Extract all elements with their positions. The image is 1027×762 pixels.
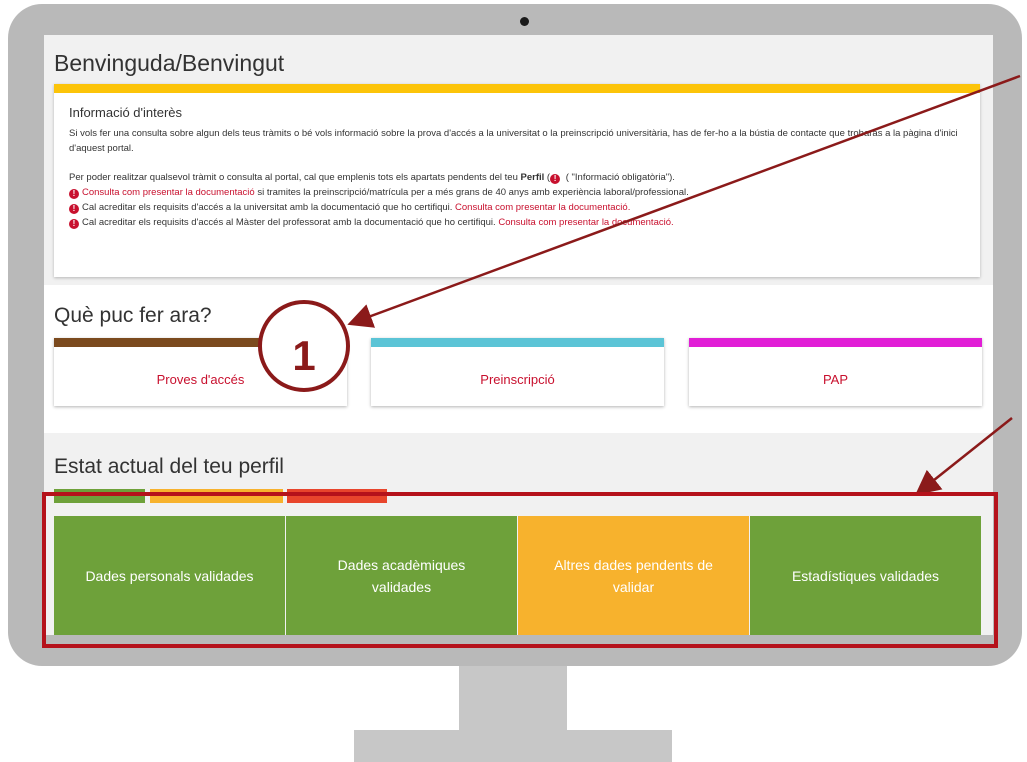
annotation-number: 1 <box>292 332 316 379</box>
highlight-box <box>42 492 998 648</box>
annotation-arrow-2 <box>915 417 1013 496</box>
annotation-arrow-1 <box>347 74 1021 328</box>
annotation-overlay <box>42 74 1021 648</box>
